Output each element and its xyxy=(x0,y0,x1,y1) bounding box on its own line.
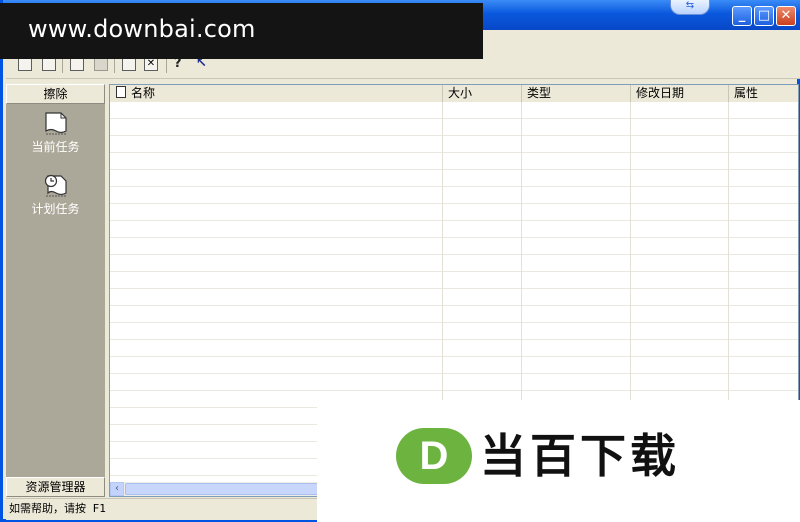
file-icon xyxy=(116,86,126,98)
brand-watermark: D 当百下载 xyxy=(317,400,800,522)
help-icon[interactable]: ? xyxy=(174,57,188,71)
list-header: 名称 大小 类型 修改日期 属性 xyxy=(110,85,798,103)
delete-icon[interactable]: ✕ xyxy=(144,57,158,71)
brand-logo: D xyxy=(396,428,472,484)
blank-icon[interactable] xyxy=(94,57,108,71)
swap-arrow-icon[interactable]: ⇆ xyxy=(670,0,710,15)
clock-document-icon xyxy=(44,174,67,197)
column-header-size[interactable]: 大小 xyxy=(443,85,522,102)
column-header-name[interactable]: 名称 xyxy=(110,85,443,102)
open-icon[interactable] xyxy=(42,57,56,71)
save-icon[interactable] xyxy=(122,57,136,71)
minimize-button[interactable]: _ xyxy=(732,6,752,26)
sidebar-item-scheduled-tasks[interactable]: 计划任务 xyxy=(6,172,105,217)
maximize-button[interactable]: □ xyxy=(754,6,774,26)
sidebar-item-label: 当前任务 xyxy=(31,140,80,154)
column-header-type[interactable]: 类型 xyxy=(522,85,631,102)
column-header-attributes[interactable]: 属性 xyxy=(729,85,798,102)
scroll-left-icon[interactable]: ‹ xyxy=(110,482,124,496)
new-icon[interactable] xyxy=(18,57,32,71)
sidebar-item-label: 计划任务 xyxy=(31,202,80,216)
sidebar: 擦除 当前任务 计划任务 资源管理器 xyxy=(6,84,105,497)
copy-icon[interactable] xyxy=(70,57,84,71)
brand-logo-letter: D xyxy=(419,434,449,478)
sidebar-item-current-tasks[interactable]: 当前任务 xyxy=(6,110,105,155)
document-icon xyxy=(44,112,67,135)
watermark-banner: www.downbai.com xyxy=(0,3,483,59)
sidebar-header[interactable]: 擦除 xyxy=(6,84,105,104)
sidebar-footer-explorer[interactable]: 资源管理器 xyxy=(6,477,105,497)
column-header-modified[interactable]: 修改日期 xyxy=(631,85,729,102)
pointer-help-icon[interactable]: ↖ xyxy=(196,57,210,71)
watermark-text: www.downbai.com xyxy=(28,15,256,43)
brand-text: 当百下载 xyxy=(480,429,680,483)
close-button[interactable]: ✕ xyxy=(776,6,796,26)
status-text: 如需帮助，请按 F1 xyxy=(9,502,106,515)
